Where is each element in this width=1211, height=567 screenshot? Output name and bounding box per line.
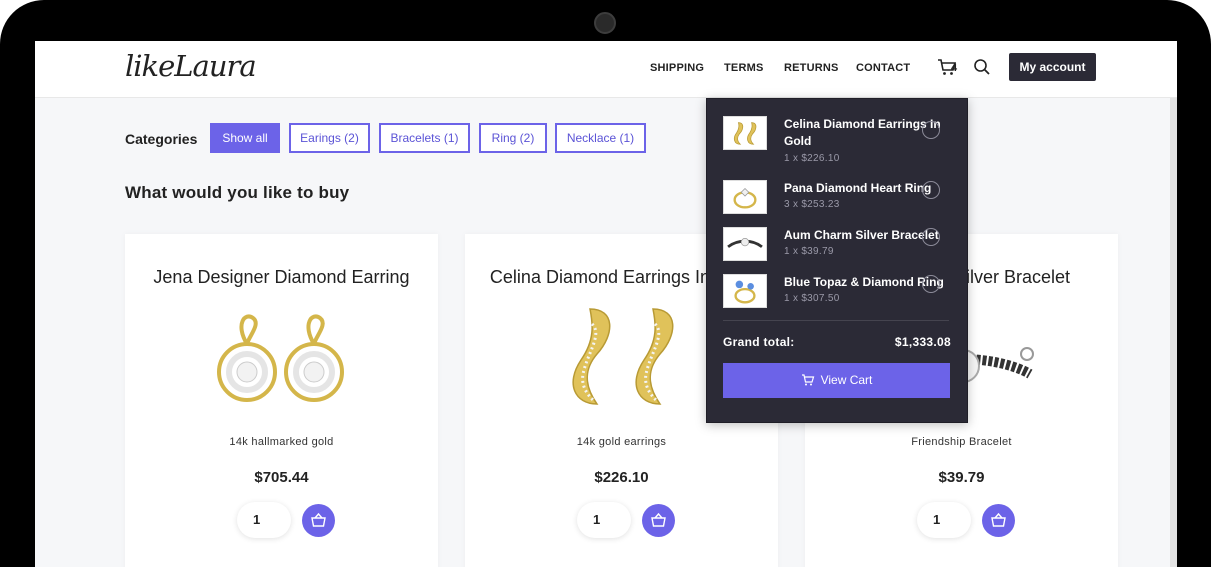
quantity-input[interactable]: 1 [237,502,291,538]
remove-item-icon[interactable] [922,228,940,246]
cart-item-thumbnail[interactable] [723,116,767,150]
add-to-cart-button[interactable] [302,504,335,537]
grand-total-label: Grand total: [723,335,795,349]
camera-dot [594,12,616,34]
nav-contact[interactable]: CONTACT [856,62,910,74]
mini-cart-item: Aum Charm Silver Bracelet 1 x $39.79 [723,227,953,267]
mini-cart-item: Pana Diamond Heart Ring 3 x $253.23 [723,180,953,220]
cart-item-qty-price: 1 x $226.10 [784,153,840,164]
product-price: $226.10 [594,469,649,486]
my-account-button[interactable]: My account [1009,53,1096,81]
mini-cart-dropdown: Celina Diamond Earrings In Gold 1 x $226… [706,98,968,423]
view-cart-button[interactable]: View Cart [723,363,950,398]
brand-logo[interactable]: likeLaura [125,49,257,83]
section-heading: What would you like to buy [125,183,350,202]
nav-shipping[interactable]: SHIPPING [650,62,704,74]
site-header: likeLaura SHIPPING TERMS RETURNS CONTACT… [35,41,1177,98]
cart-item-qty-price: 1 x $307.50 [784,293,840,304]
category-earings[interactable]: Earings (2) [289,123,370,153]
browser-screen: likeLaura SHIPPING TERMS RETURNS CONTACT… [35,41,1177,567]
cart-item-thumbnail[interactable] [723,274,767,308]
cart-item-name[interactable]: Celina Diamond Earrings In Gold [784,116,944,150]
view-cart-label: View Cart [820,373,873,387]
basket-icon [991,512,1006,527]
cart-item-qty-price: 3 x $253.23 [784,199,840,210]
category-ring[interactable]: Ring (2) [479,123,547,153]
product-price: $39.79 [938,469,985,486]
product-card[interactable]: Jena Designer Diamond Earring 14k hallma… [125,234,438,567]
product-description: Friendship Bracelet [911,436,1012,448]
remove-item-icon[interactable] [922,121,940,139]
category-necklace[interactable]: Necklace (1) [555,123,646,153]
cart-icon [801,374,814,386]
search-icon[interactable] [973,58,991,76]
device-bezel: likeLaura SHIPPING TERMS RETURNS CONTACT… [0,0,1211,567]
cart-item-thumbnail[interactable] [723,227,767,261]
divider [723,320,949,321]
category-show-all[interactable]: Show all [210,123,280,153]
product-image[interactable] [545,304,698,414]
nav-terms[interactable]: TERMS [724,62,764,74]
basket-icon [311,512,326,527]
category-bracelets[interactable]: Bracelets (1) [379,123,470,153]
product-image[interactable] [205,304,358,414]
cart-item-name[interactable]: Aum Charm Silver Bracelet [784,227,944,244]
cart-count-badge: 4 [951,62,958,74]
cart-item-thumbnail[interactable] [723,180,767,214]
remove-item-icon[interactable] [922,181,940,199]
product-price: $705.44 [254,469,309,486]
product-title[interactable]: Jena Designer Diamond Earring [125,267,438,288]
mini-cart-item: Blue Topaz & Diamond Ring 1 x $307.50 [723,274,953,314]
grand-total-value: $1,333.08 [894,335,951,349]
mini-cart-item: Celina Diamond Earrings In Gold 1 x $226… [723,116,953,164]
categories-label: Categories [125,131,198,147]
product-description: 14k hallmarked gold [229,436,334,448]
cart-item-name[interactable]: Pana Diamond Heart Ring [784,180,944,197]
quantity-input[interactable]: 1 [577,502,631,538]
quantity-input[interactable]: 1 [917,502,971,538]
page-scrollbar[interactable] [1170,98,1177,567]
basket-icon [651,512,666,527]
add-to-cart-button[interactable] [982,504,1015,537]
nav-returns[interactable]: RETURNS [784,62,839,74]
add-to-cart-button[interactable] [642,504,675,537]
remove-item-icon[interactable] [922,275,940,293]
cart-item-qty-price: 1 x $39.79 [784,246,834,257]
cart-item-name[interactable]: Blue Topaz & Diamond Ring [784,274,944,291]
product-description: 14k gold earrings [576,436,667,448]
